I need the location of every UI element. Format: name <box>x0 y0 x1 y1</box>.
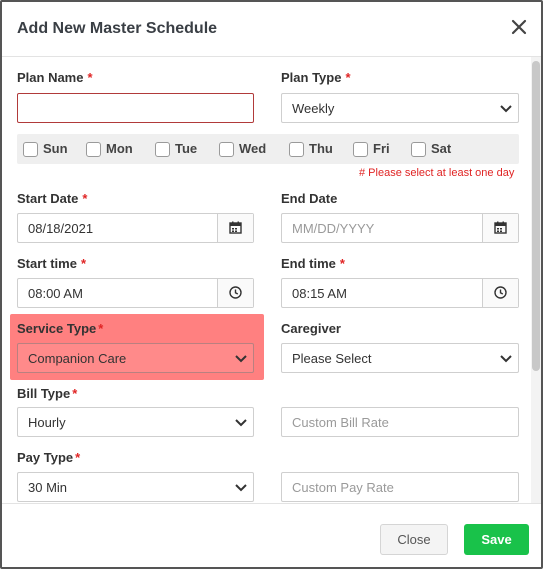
service-type-value: Companion Care <box>28 351 127 366</box>
bill-type-value: Hourly <box>28 415 66 430</box>
end-date-placeholder: MM/DD/YYYY <box>292 221 375 236</box>
checkbox[interactable] <box>289 142 304 157</box>
plan-name-label: Plan Name * <box>17 70 93 85</box>
pay-type-label: Pay Type * <box>17 450 81 465</box>
custom-pay-rate-input[interactable]: Custom Pay Rate <box>281 472 519 502</box>
caregiver-label: Caregiver <box>281 321 341 336</box>
custom-bill-rate-placeholder: Custom Bill Rate <box>292 415 389 430</box>
start-time-value: 08:00 AM <box>28 286 83 301</box>
end-date-label: End Date <box>281 191 338 206</box>
day-label: Fri <box>373 141 390 156</box>
pay-type-select[interactable]: 30 Min <box>17 472 254 502</box>
custom-bill-rate-input[interactable]: Custom Bill Rate <box>281 407 519 437</box>
plan-type-select[interactable]: Weekly <box>281 93 519 123</box>
end-time-value: 08:15 AM <box>292 286 347 301</box>
start-date-label: Start Date * <box>17 191 88 206</box>
calendar-icon <box>494 221 507 234</box>
modal-header: Add New Master Schedule <box>2 2 541 57</box>
calendar-button[interactable] <box>217 214 253 242</box>
end-time-input[interactable]: 08:15 AM <box>281 278 519 308</box>
modal-title: Add New Master Schedule <box>17 20 218 37</box>
plan-type-value: Weekly <box>292 101 335 116</box>
plan-type-label: Plan Type * <box>281 70 351 85</box>
start-date-value: 08/18/2021 <box>28 221 94 236</box>
scrollbar-thumb[interactable] <box>532 61 540 371</box>
checkbox[interactable] <box>86 142 101 157</box>
checkbox[interactable] <box>411 142 426 157</box>
clock-icon <box>229 286 242 299</box>
modal-body[interactable]: Plan Name * Plan Type * Weekly Sun Mon Tue… <box>2 57 541 503</box>
calendar-icon <box>229 221 242 234</box>
calendar-button[interactable] <box>482 214 518 242</box>
checkbox[interactable] <box>353 142 368 157</box>
day-label: Tue <box>175 141 198 156</box>
checkbox[interactable] <box>155 142 170 157</box>
day-label: Wed <box>239 141 267 156</box>
chevron-down-icon <box>500 355 512 363</box>
chevron-down-icon <box>235 355 247 363</box>
bill-type-label: Bill Type * <box>17 386 78 401</box>
chevron-down-icon <box>235 484 247 492</box>
day-label: Sun <box>43 141 68 156</box>
checkbox[interactable] <box>23 142 38 157</box>
custom-pay-rate-placeholder: Custom Pay Rate <box>292 480 394 495</box>
pay-type-value: 30 Min <box>28 480 68 495</box>
scrollbar[interactable] <box>531 57 541 503</box>
plan-name-input[interactable] <box>17 93 254 123</box>
start-time-input[interactable]: 08:00 AM <box>17 278 254 308</box>
save-button[interactable]: Save <box>464 524 529 555</box>
clock-button[interactable] <box>482 279 518 307</box>
bill-type-select[interactable]: Hourly <box>17 407 254 437</box>
end-time-label: End time * <box>281 256 345 271</box>
start-date-input[interactable]: 08/18/2021 <box>17 213 254 243</box>
days-error-message: # Please select at least one day <box>359 167 515 179</box>
day-label: Sat <box>431 141 452 156</box>
chevron-down-icon <box>235 419 247 427</box>
add-master-schedule-modal: Add New Master Schedule Plan Name * Plan … <box>0 0 543 569</box>
end-date-input[interactable]: MM/DD/YYYY <box>281 213 519 243</box>
service-type-select[interactable]: Companion Care <box>17 343 254 373</box>
clock-icon <box>494 286 507 299</box>
chevron-down-icon <box>500 105 512 113</box>
modal-footer: Close Save <box>2 503 541 567</box>
day-label: Thu <box>309 141 333 156</box>
service-type-label: Service Type * <box>17 321 104 336</box>
clock-button[interactable] <box>217 279 253 307</box>
caregiver-select[interactable]: Please Select <box>281 343 519 373</box>
close-button[interactable]: Close <box>380 524 448 555</box>
close-icon[interactable] <box>508 16 530 38</box>
caregiver-value: Please Select <box>292 351 372 366</box>
checkbox[interactable] <box>219 142 234 157</box>
day-label: Mon <box>106 141 133 156</box>
days-selector: Sun Mon Tue Wed Thu Fri Sat <box>17 134 519 164</box>
start-time-label: Start time * <box>17 256 87 271</box>
